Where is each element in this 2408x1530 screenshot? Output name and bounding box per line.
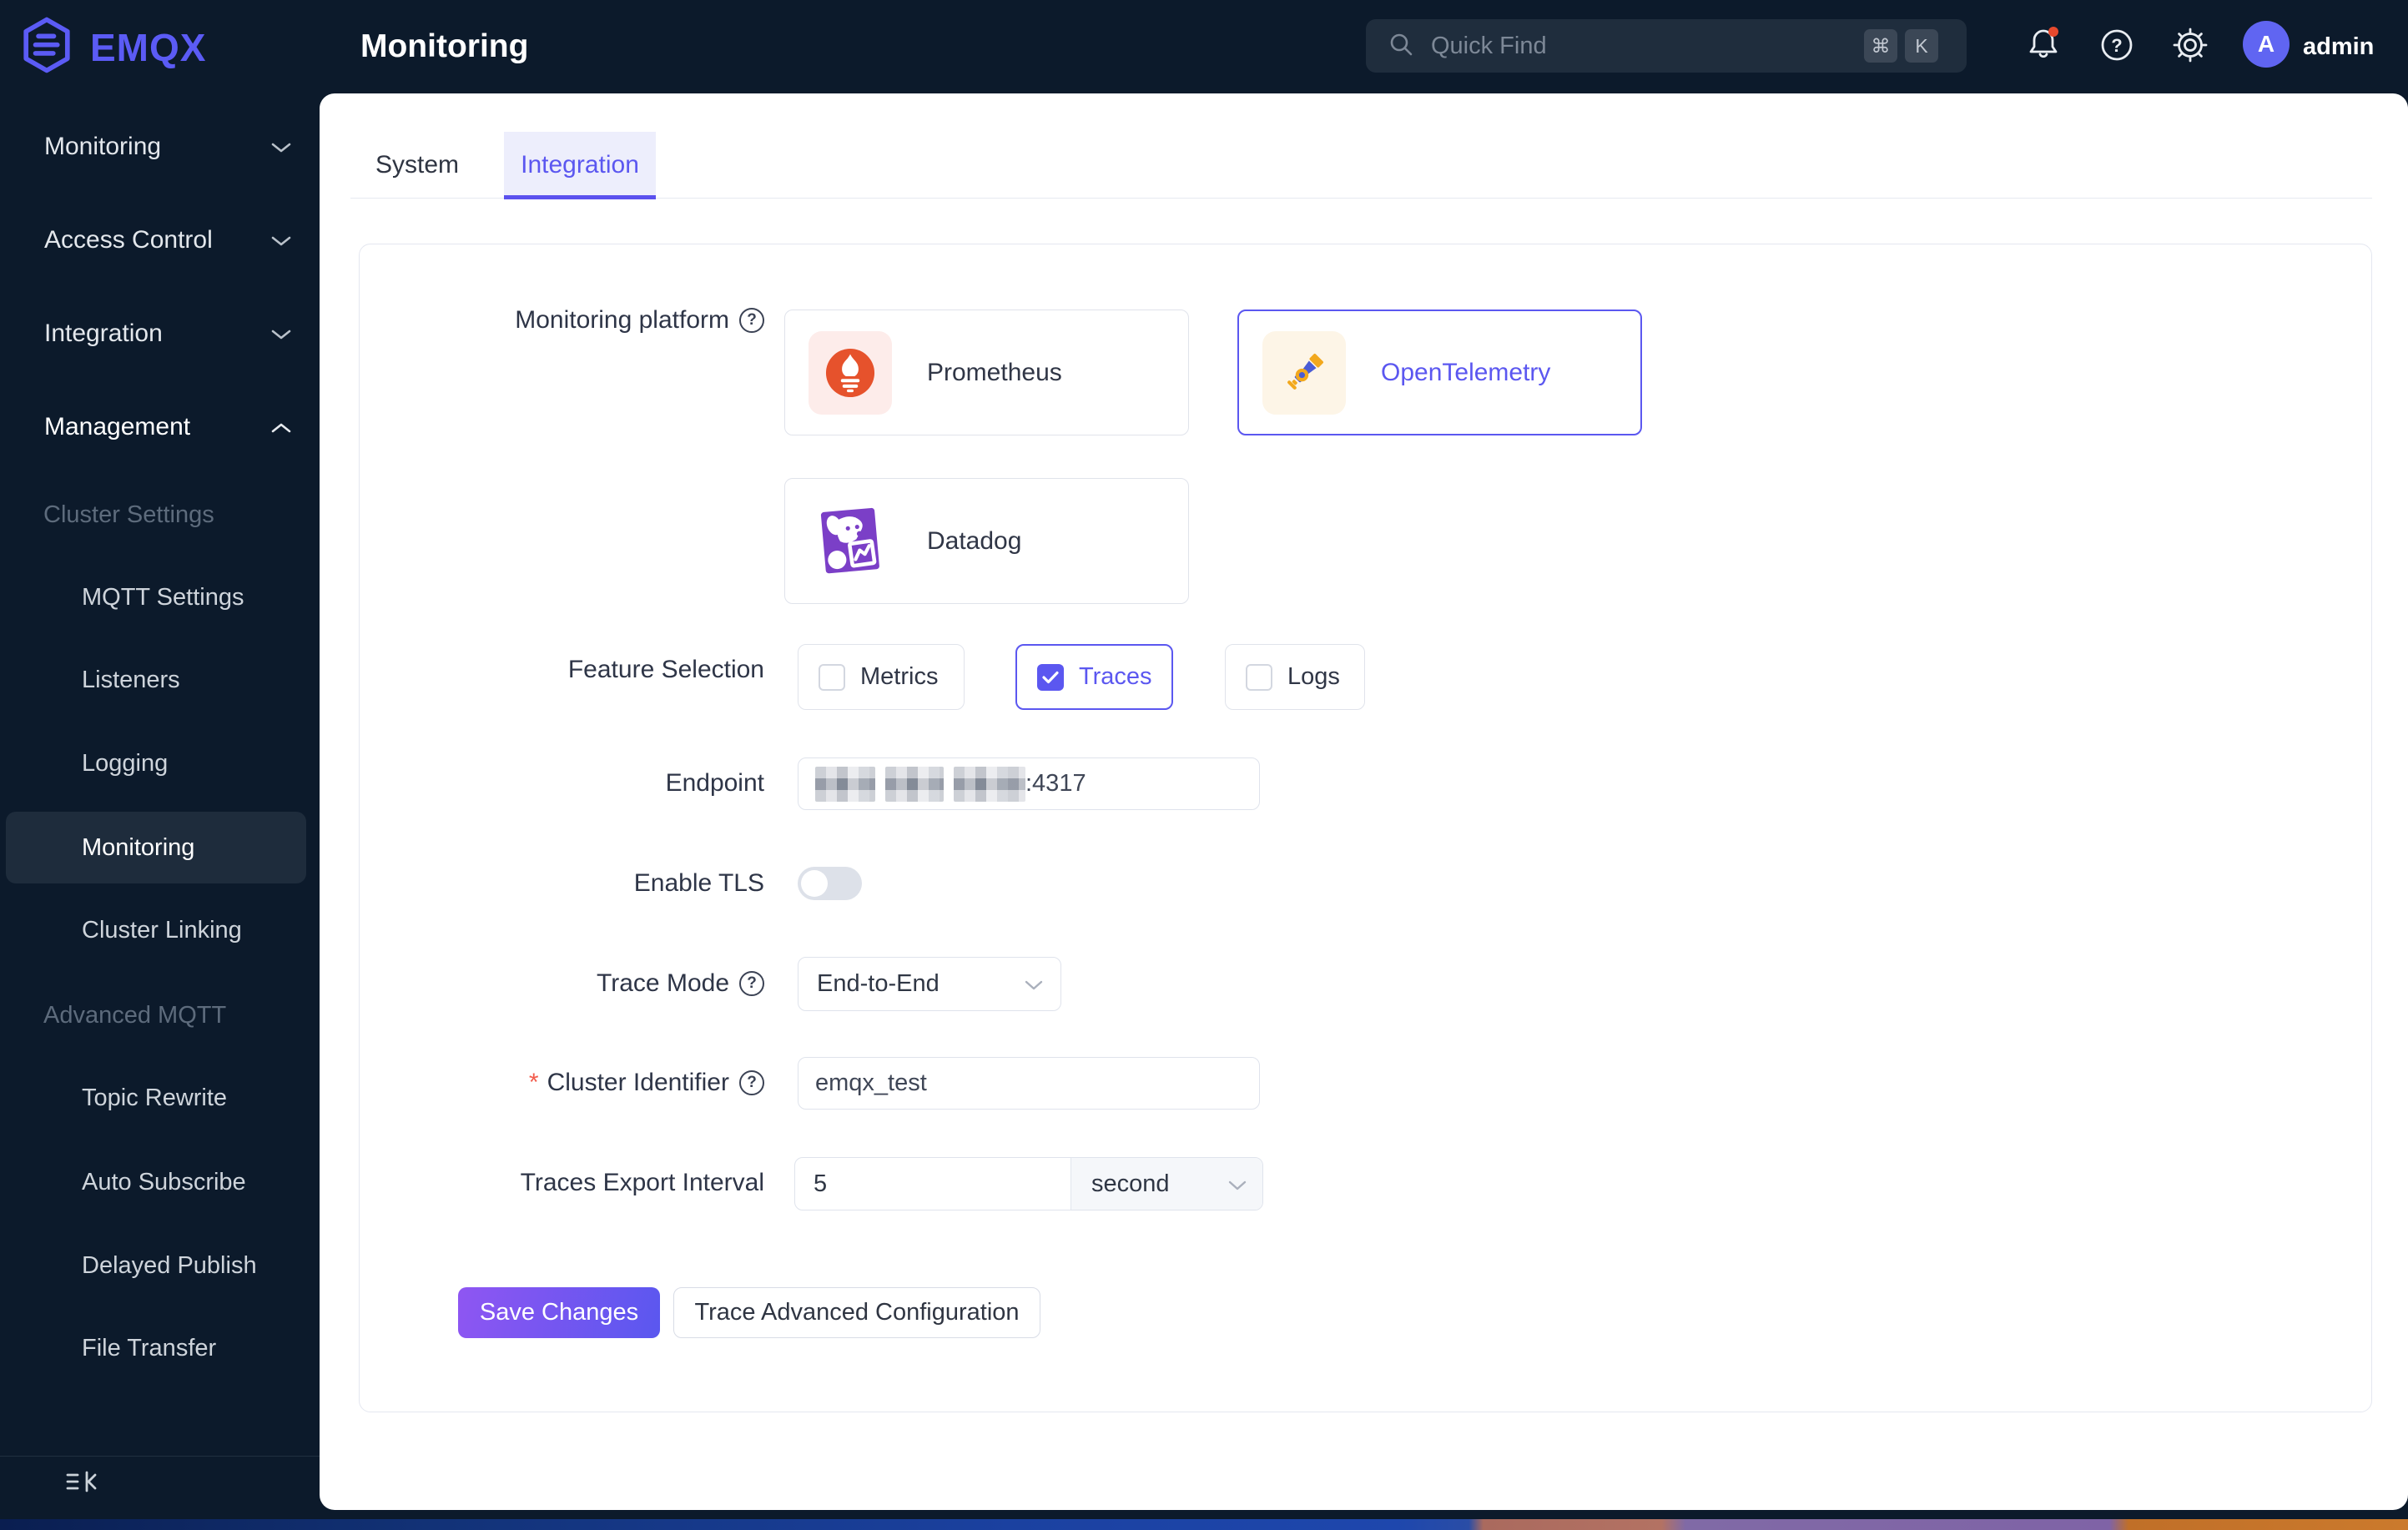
cluster-identifier-label: * Cluster Identifier ? bbox=[360, 1068, 764, 1098]
redacted-endpoint-host bbox=[954, 766, 1025, 802]
sidebar-collapse-button[interactable] bbox=[0, 1456, 320, 1511]
notifications-bell-icon[interactable] bbox=[2022, 23, 2065, 67]
collapse-sidebar-icon bbox=[65, 1469, 98, 1498]
feature-checkbox-traces[interactable]: Traces bbox=[1015, 644, 1173, 710]
platform-card-prometheus[interactable]: Prometheus bbox=[784, 310, 1189, 435]
tab-bar: System Integration bbox=[350, 132, 2372, 199]
desktop-wallpaper-strip bbox=[0, 1519, 2408, 1530]
chevron-up-icon bbox=[270, 413, 292, 441]
traces-export-interval-group: 5 second bbox=[794, 1157, 1263, 1210]
brand-logo[interactable]: EMQX bbox=[18, 17, 206, 78]
chevron-down-icon bbox=[270, 320, 292, 348]
kbd-cmd: ⌘ bbox=[1864, 29, 1897, 63]
opentelemetry-icon bbox=[1262, 330, 1346, 415]
redacted-endpoint-host bbox=[815, 766, 875, 802]
integration-settings-card: Monitoring platform ? Prometheus OpenTel… bbox=[359, 244, 2372, 1412]
sidebar-section-advanced-mqtt: Advanced MQTT bbox=[43, 1001, 227, 1029]
page-title: Monitoring bbox=[360, 28, 529, 64]
sidebar-item-listeners[interactable]: Listeners bbox=[0, 655, 320, 705]
prometheus-icon bbox=[809, 330, 892, 415]
search-icon bbox=[1388, 31, 1414, 62]
sidebar-item-mqtt-settings[interactable]: MQTT Settings bbox=[0, 572, 320, 622]
help-circle-icon[interactable]: ? bbox=[739, 971, 764, 996]
sidebar-item-file-transfer[interactable]: File Transfer bbox=[0, 1323, 320, 1373]
search-placeholder: Quick Find bbox=[1431, 32, 1547, 59]
datadog-icon bbox=[809, 500, 892, 583]
interval-unit-select[interactable]: second bbox=[1071, 1158, 1262, 1210]
trace-advanced-configuration-button[interactable]: Trace Advanced Configuration bbox=[673, 1287, 1040, 1338]
avatar[interactable]: A bbox=[2243, 21, 2290, 68]
quick-find-search[interactable]: Quick Find ⌘ K bbox=[1366, 19, 1967, 73]
svg-text:?: ? bbox=[2111, 35, 2122, 56]
feature-selection-label: Feature Selection bbox=[567, 656, 764, 683]
sidebar-item-delayed-publish[interactable]: Delayed Publish bbox=[0, 1241, 320, 1291]
settings-gear-icon[interactable] bbox=[2169, 23, 2212, 67]
platform-card-datadog[interactable]: Datadog bbox=[784, 478, 1189, 604]
enable-tls-toggle[interactable] bbox=[798, 867, 862, 900]
notification-dot bbox=[2048, 27, 2058, 37]
tab-integration[interactable]: Integration bbox=[504, 132, 656, 199]
chevron-down-icon bbox=[1227, 1170, 1247, 1198]
traces-export-interval-label: Traces Export Interval bbox=[520, 1169, 764, 1196]
sidebar-item-monitoring-sub[interactable]: Monitoring bbox=[0, 823, 320, 873]
help-icon[interactable]: ? bbox=[2095, 23, 2138, 67]
username[interactable]: admin bbox=[2303, 0, 2374, 93]
sidebar-item-management[interactable]: Management bbox=[0, 402, 320, 452]
chevron-down-icon bbox=[1024, 970, 1044, 998]
sidebar-section-cluster-settings: Cluster Settings bbox=[43, 501, 214, 528]
chevron-down-icon bbox=[270, 226, 292, 254]
sidebar-item-auto-subscribe[interactable]: Auto Subscribe bbox=[0, 1157, 320, 1207]
feature-checkbox-logs[interactable]: Logs bbox=[1225, 644, 1365, 710]
feature-checkbox-metrics[interactable]: Metrics bbox=[798, 644, 965, 710]
main-content-panel: System Integration Monitoring platform ?… bbox=[320, 93, 2408, 1510]
help-circle-icon[interactable]: ? bbox=[739, 1070, 764, 1095]
platform-card-opentelemetry[interactable]: OpenTelemetry bbox=[1237, 310, 1642, 435]
brand-name: EMQX bbox=[90, 25, 207, 69]
save-changes-button[interactable]: Save Changes bbox=[458, 1287, 660, 1338]
redacted-endpoint-host bbox=[885, 766, 944, 802]
sidebar-item-cluster-linking[interactable]: Cluster Linking bbox=[0, 905, 320, 955]
sidebar-item-logging[interactable]: Logging bbox=[0, 738, 320, 788]
checkbox-unchecked bbox=[1246, 663, 1272, 691]
endpoint-label: Endpoint bbox=[665, 769, 764, 797]
sidebar-item-topic-rewrite[interactable]: Topic Rewrite bbox=[0, 1073, 320, 1123]
sidebar-item-monitoring[interactable]: Monitoring bbox=[0, 122, 320, 172]
interval-value-input[interactable]: 5 bbox=[795, 1158, 1071, 1210]
cluster-identifier-input[interactable] bbox=[798, 1057, 1260, 1110]
endpoint-input[interactable]: :4317 bbox=[798, 757, 1260, 810]
sidebar-item-access-control[interactable]: Access Control bbox=[0, 215, 320, 265]
toggle-knob bbox=[801, 870, 828, 897]
checkbox-checked bbox=[1037, 663, 1064, 691]
app-header: EMQX Monitoring Quick Find ⌘ K ? A admin bbox=[0, 0, 2408, 93]
sidebar: Monitoring Access Control Integration Ma… bbox=[0, 93, 320, 1519]
checkbox-unchecked bbox=[819, 663, 845, 691]
sidebar-item-integration[interactable]: Integration bbox=[0, 309, 320, 359]
kbd-k: K bbox=[1905, 29, 1938, 63]
required-asterisk: * bbox=[528, 1069, 539, 1096]
emqx-hexagon-icon bbox=[18, 17, 75, 78]
monitoring-platform-label: Monitoring platform ? bbox=[360, 305, 764, 335]
chevron-down-icon bbox=[270, 133, 292, 161]
help-circle-icon[interactable]: ? bbox=[739, 308, 764, 333]
enable-tls-label: Enable TLS bbox=[633, 869, 764, 897]
trace-mode-select[interactable]: End-to-End bbox=[798, 957, 1061, 1011]
tab-system[interactable]: System bbox=[373, 132, 461, 199]
trace-mode-label: Trace Mode ? bbox=[360, 969, 764, 999]
